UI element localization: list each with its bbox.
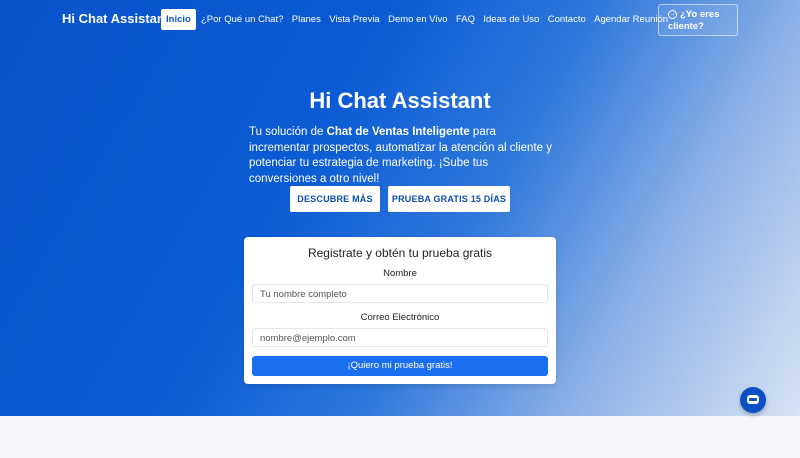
email-input[interactable]: nombre@ejemplo.com	[252, 328, 548, 347]
nav-link-planes[interactable]: Planes	[288, 10, 325, 29]
client-button-line2: cliente?	[668, 21, 704, 32]
nav-link-contacto[interactable]: Contacto	[544, 10, 590, 29]
hero-desc-prefix: Tu solución de	[249, 126, 327, 138]
submit-button[interactable]: ¡Quiero mi prueba gratis!	[252, 356, 548, 376]
signup-form: Registrate y obtén tu prueba gratis Nomb…	[244, 237, 556, 384]
client-login-button[interactable]: → ¿Yo eres cliente?	[658, 4, 738, 36]
hero-title: Hi Chat Assistant	[309, 88, 491, 113]
top-navbar: Hi Chat Assistant Inicio ¿Por Qué un Cha…	[0, 0, 800, 40]
nav-link-faq[interactable]: FAQ	[452, 10, 479, 29]
nav-link-inicio[interactable]: Inicio	[161, 9, 196, 30]
chat-widget-button[interactable]	[740, 387, 766, 413]
nav-link-por-que[interactable]: ¿Por Qué un Chat?	[197, 10, 288, 29]
discover-more-button[interactable]: DESCUBRE MÁS	[290, 186, 380, 212]
name-label: Nombre	[383, 268, 417, 279]
arrow-circle-icon: →	[668, 9, 677, 19]
form-title: Registrate y obtén tu prueba gratis	[307, 246, 493, 260]
next-section	[0, 416, 800, 458]
nav-link-ideas[interactable]: Ideas de Uso	[479, 10, 543, 29]
nav-link-demo[interactable]: Demo en Vivo	[384, 10, 452, 29]
chatbot-icon	[747, 395, 759, 404]
brand-logo[interactable]: Hi Chat Assistant	[62, 11, 169, 26]
hero-description: Tu solución de Chat de Ventas Inteligent…	[249, 125, 559, 187]
client-button-line1: ¿Yo eres	[680, 9, 720, 20]
email-label: Correo Electrónico	[360, 312, 440, 323]
hero-desc-bold: Chat de Ventas Inteligente	[326, 126, 470, 138]
nav-link-vista-previa[interactable]: Vista Previa	[325, 10, 384, 29]
nav-links: Inicio ¿Por Qué un Chat? Planes Vista Pr…	[161, 9, 672, 30]
name-input[interactable]: Tu nombre completo	[252, 284, 548, 303]
free-trial-button[interactable]: PRUEBA GRATIS 15 DÍAS	[388, 186, 510, 212]
